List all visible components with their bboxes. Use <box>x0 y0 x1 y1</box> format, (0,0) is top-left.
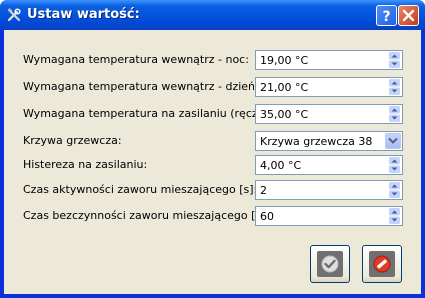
field-row: Czas bezczynności zaworu mieszającego [s… <box>4 206 421 226</box>
heating-curve-select[interactable]: Krzywa grzewcza 38 <box>255 131 403 151</box>
cancel-button-face <box>369 251 395 277</box>
field-label: Czas aktywności zaworu mieszającego [s]: <box>23 183 258 196</box>
close-button[interactable] <box>398 5 419 26</box>
field-label: Wymagana temperatura wewnątrz - noc: <box>23 53 249 66</box>
spin-arrows-icon <box>389 208 400 224</box>
valve-idle-time-spinner[interactable]: 60 <box>255 206 403 226</box>
spin-buttons[interactable] <box>388 208 401 224</box>
dropdown-button[interactable] <box>385 133 401 149</box>
field-value: Krzywa grzewcza 38 <box>260 135 373 148</box>
help-button[interactable]: ? <box>376 5 397 26</box>
dialog-window: Ustaw wartość: ? Wymagana temperatura we… <box>0 0 425 298</box>
spin-buttons[interactable] <box>388 157 401 173</box>
spin-buttons[interactable] <box>388 106 401 122</box>
help-icon: ? <box>382 9 390 23</box>
day-temperature-spinner[interactable]: 21,00 °C <box>255 77 403 97</box>
window-title: Ustaw wartość: <box>27 7 140 22</box>
cancel-icon <box>373 255 391 273</box>
chevron-down-icon <box>388 137 398 144</box>
spin-buttons[interactable] <box>388 52 401 68</box>
field-label: Krzywa grzewcza: <box>23 134 122 147</box>
field-row: Histereza na zasilaniu: 4,00 °C <box>4 155 421 175</box>
tools-icon <box>6 7 22 23</box>
checkmark-icon <box>321 255 339 273</box>
field-value: 2 <box>260 184 267 197</box>
field-row: Wymagana temperatura wewnątrz - noc: 19,… <box>4 50 421 70</box>
field-value: 21,00 °C <box>260 81 309 94</box>
close-icon <box>402 9 415 22</box>
field-row: Wymagana temperatura na zasilaniu (ręczn… <box>4 104 421 124</box>
ok-button[interactable] <box>310 245 350 283</box>
spin-buttons[interactable] <box>388 182 401 198</box>
field-label: Wymagana temperatura wewnątrz - dzień: <box>23 80 259 93</box>
spin-arrows-icon <box>389 79 400 95</box>
field-row: Wymagana temperatura wewnątrz - dzień: 2… <box>4 77 421 97</box>
spin-arrows-icon <box>389 157 400 173</box>
field-value: 4,00 °C <box>260 159 302 172</box>
hysteresis-spinner[interactable]: 4,00 °C <box>255 155 403 175</box>
night-temperature-spinner[interactable]: 19,00 °C <box>255 50 403 70</box>
supply-temperature-spinner[interactable]: 35,00 °C <box>255 104 403 124</box>
field-row: Czas aktywności zaworu mieszającego [s]:… <box>4 180 421 200</box>
spin-arrows-icon <box>389 52 400 68</box>
spin-buttons[interactable] <box>388 79 401 95</box>
field-value: 60 <box>260 210 274 223</box>
field-label: Wymagana temperatura na zasilaniu (ręczn… <box>23 107 280 120</box>
field-label: Histereza na zasilaniu: <box>23 158 148 171</box>
svg-text:?: ? <box>382 9 390 23</box>
dialog-body: Wymagana temperatura wewnątrz - noc: 19,… <box>4 30 421 294</box>
cancel-button[interactable] <box>362 245 402 283</box>
field-row: Krzywa grzewcza: Krzywa grzewcza 38 <box>4 131 421 151</box>
field-label: Czas bezczynności zaworu mieszającego [s… <box>23 209 270 222</box>
field-value: 19,00 °C <box>260 54 309 67</box>
ok-button-face <box>317 251 343 277</box>
spin-arrows-icon <box>389 182 400 198</box>
field-value: 35,00 °C <box>260 108 309 121</box>
spin-arrows-icon <box>389 106 400 122</box>
valve-active-time-spinner[interactable]: 2 <box>255 180 403 200</box>
title-bar[interactable]: Ustaw wartość: ? <box>0 0 425 30</box>
